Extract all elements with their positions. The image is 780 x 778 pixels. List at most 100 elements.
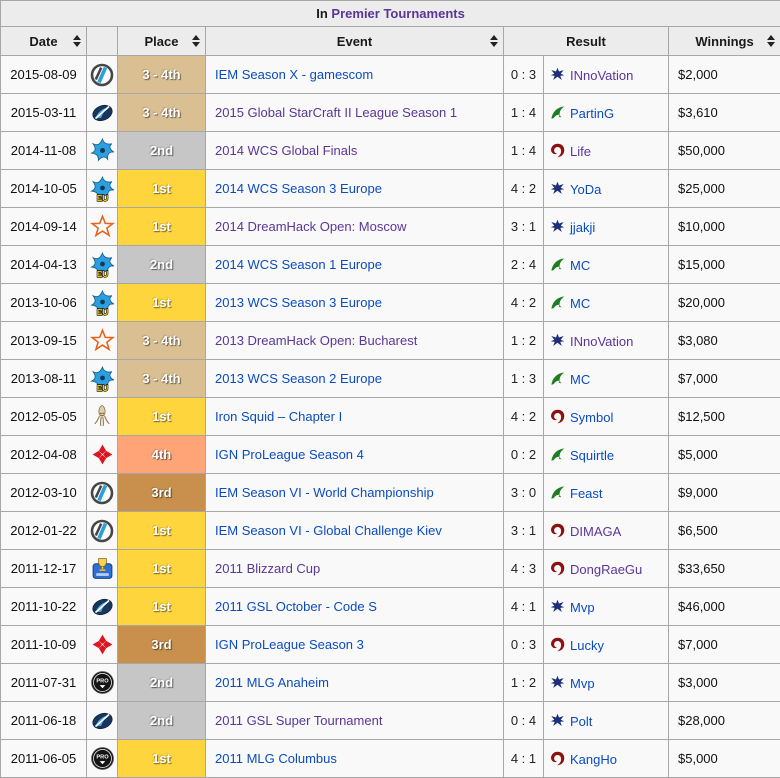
opponent-cell: jjakji [544, 208, 669, 246]
league-icon-cell[interactable] [87, 512, 118, 550]
event-link[interactable]: IEM Season VI - World Championship [215, 485, 434, 500]
premier-tournaments-link[interactable]: Premier Tournaments [331, 6, 464, 21]
league-icon-cell[interactable] [87, 702, 118, 740]
league-icon-cell[interactable] [87, 94, 118, 132]
winnings-cell: $7,000 [669, 360, 780, 398]
opponent-link[interactable]: Lucky [570, 638, 604, 653]
ign-proleague-icon[interactable] [90, 446, 115, 461]
mlg-pro-circuit-icon[interactable]: PRO [90, 674, 115, 689]
event-link[interactable]: 2014 DreamHack Open: Moscow [215, 219, 406, 234]
event-link[interactable]: 2011 Blizzard Cup [215, 561, 320, 576]
table-row: 2013-08-11 EU3 - 4th2013 WCS Season 2 Eu… [1, 360, 780, 398]
column-header-event[interactable]: Event [206, 27, 504, 56]
iron-squid-icon[interactable] [90, 408, 114, 423]
date-cell: 2013-09-15 [1, 322, 87, 360]
event-link[interactable]: 2014 WCS Global Finals [215, 143, 357, 158]
iem-esl-icon[interactable] [90, 484, 114, 499]
opponent-link[interactable]: INnoVation [570, 334, 633, 349]
sort-icon[interactable] [192, 35, 200, 47]
league-icon-cell[interactable] [87, 550, 118, 588]
wcs-icon[interactable] [90, 142, 115, 157]
event-link[interactable]: 2013 WCS Season 3 Europe [215, 295, 382, 310]
league-icon-cell[interactable] [87, 56, 118, 94]
event-link[interactable]: Iron Squid – Chapter I [215, 409, 342, 424]
wcs-europe-icon[interactable]: EU [90, 180, 115, 195]
event-link[interactable]: 2011 GSL October - Code S [215, 599, 377, 614]
event-link[interactable]: 2013 DreamHack Open: Bucharest [215, 333, 417, 348]
winnings-cell: $12,500 [669, 398, 780, 436]
sort-icon[interactable] [490, 35, 498, 47]
winnings-cell: $33,650 [669, 550, 780, 588]
wcs-europe-icon[interactable]: EU [90, 256, 115, 271]
opponent-link[interactable]: DIMAGA [570, 524, 621, 539]
league-icon-cell[interactable] [87, 132, 118, 170]
event-cell: 2014 WCS Season 1 Europe [206, 246, 504, 284]
iem-esl-icon[interactable] [90, 522, 114, 537]
winnings-cell: $15,000 [669, 246, 780, 284]
opponent-link[interactable]: Mvp [570, 676, 595, 691]
sort-icon[interactable] [73, 35, 81, 47]
league-icon-cell[interactable] [87, 436, 118, 474]
event-link[interactable]: 2011 GSL Super Tournament [215, 713, 382, 728]
date-cell: 2015-03-11 [1, 94, 87, 132]
league-icon-cell[interactable] [87, 588, 118, 626]
column-header-date[interactable]: Date [1, 27, 87, 56]
opponent-link[interactable]: Squirtle [570, 448, 614, 463]
league-icon-cell[interactable] [87, 398, 118, 436]
league-icon-cell[interactable]: EU [87, 170, 118, 208]
place-cell: 1st [118, 398, 206, 436]
league-icon-cell[interactable] [87, 322, 118, 360]
date-cell: 2012-01-22 [1, 512, 87, 550]
event-link[interactable]: 2011 MLG Anaheim [215, 675, 329, 690]
gsl-icon[interactable] [90, 598, 115, 613]
event-cell: 2011 Blizzard Cup [206, 550, 504, 588]
event-cell: 2015 Global StarCraft II League Season 1 [206, 94, 504, 132]
opponent-link[interactable]: jjakji [570, 220, 595, 235]
event-link[interactable]: 2014 WCS Season 1 Europe [215, 257, 382, 272]
place-badge: 2nd [118, 664, 205, 701]
opponent-link[interactable]: Life [570, 144, 591, 159]
sort-icon[interactable] [767, 35, 775, 47]
event-link[interactable]: 2014 WCS Season 3 Europe [215, 181, 382, 196]
league-icon-cell[interactable]: EU [87, 246, 118, 284]
dreamhack-star-icon[interactable] [90, 332, 115, 347]
event-link[interactable]: IGN ProLeague Season 3 [215, 637, 364, 652]
event-link[interactable]: IGN ProLeague Season 4 [215, 447, 364, 462]
league-icon-cell[interactable]: EU [87, 360, 118, 398]
opponent-link[interactable]: YoDa [570, 182, 601, 197]
gsl-icon[interactable] [90, 104, 115, 119]
event-link[interactable]: IEM Season VI - Global Challenge Kiev [215, 523, 442, 538]
event-link[interactable]: 2013 WCS Season 2 Europe [215, 371, 382, 386]
opponent-link[interactable]: INnoVation [570, 68, 633, 83]
column-header-place[interactable]: Place [118, 27, 206, 56]
wcs-europe-icon[interactable]: EU [90, 370, 115, 385]
opponent-link[interactable]: KangHo [570, 752, 617, 767]
league-icon-cell[interactable] [87, 474, 118, 512]
protoss-race-icon [550, 258, 570, 273]
league-icon-cell[interactable] [87, 208, 118, 246]
title-prefix: In [316, 6, 328, 21]
dreamhack-star-icon[interactable] [90, 218, 115, 233]
opponent-link[interactable]: Symbol [570, 410, 613, 425]
mlg-pro-circuit-icon[interactable]: PRO [90, 750, 115, 765]
gsl-icon[interactable] [90, 712, 115, 727]
league-icon-cell[interactable] [87, 626, 118, 664]
league-icon-cell[interactable]: EU [87, 284, 118, 322]
event-link[interactable]: IEM Season X - gamescom [215, 67, 373, 82]
event-link[interactable]: 2015 Global StarCraft II League Season 1 [215, 105, 457, 120]
column-header-winnings[interactable]: Winnings [669, 27, 780, 56]
zerg-race-icon [550, 144, 570, 159]
opponent-link[interactable]: DongRaeGu [570, 562, 642, 577]
opponent-link[interactable]: PartinG [570, 106, 614, 121]
opponent-link[interactable]: MC [570, 258, 590, 273]
opponent-link[interactable]: MC [570, 296, 590, 311]
league-icon-cell[interactable]: PRO [87, 664, 118, 702]
blizzard-cup-icon[interactable] [90, 560, 115, 575]
opponent-link[interactable]: MC [570, 372, 590, 387]
iem-esl-icon[interactable] [90, 66, 114, 81]
opponent-link[interactable]: Mvp [570, 600, 595, 615]
opponent-link[interactable]: Feast [570, 486, 603, 501]
ign-proleague-icon[interactable] [90, 636, 115, 651]
opponent-link[interactable]: Polt [570, 714, 592, 729]
wcs-europe-icon[interactable]: EU [90, 294, 115, 309]
